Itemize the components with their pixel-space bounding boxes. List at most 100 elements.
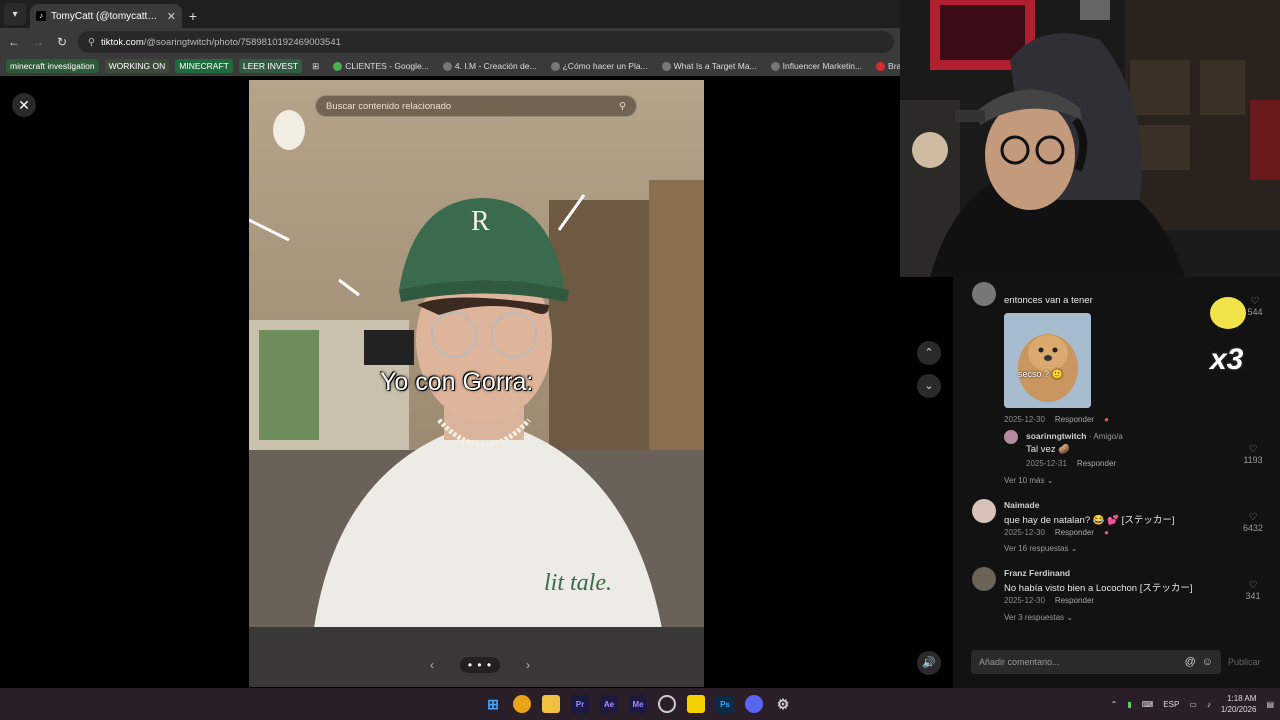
chevron-up-icon[interactable]: ⌃ (1111, 700, 1118, 709)
sticky-notes-icon[interactable] (687, 695, 705, 713)
reply-header: soarinngtwitch · Amigo/a (1026, 431, 1123, 441)
volume-icon[interactable]: ♪ (1207, 700, 1211, 709)
bookmark-label: CLIENTES - Google... (345, 61, 429, 71)
view-more-replies[interactable]: Ver 16 respuestas ⌄ (1004, 544, 1077, 553)
like-button[interactable]: ♡ 6432 (1236, 512, 1270, 533)
new-tab-button[interactable]: + (182, 4, 204, 28)
chrome-icon[interactable] (513, 695, 531, 713)
avatar[interactable] (972, 567, 996, 591)
photo-caption: Yo con Gorra: (380, 368, 534, 396)
reply-button[interactable]: Responder (1055, 596, 1094, 605)
bookmark-label: Influencer Marketin... (782, 61, 863, 71)
reply-button[interactable]: Responder (1055, 528, 1094, 537)
clock-time: 1:18 AM (1227, 694, 1257, 703)
chevron-down-icon[interactable]: ⌄ (917, 374, 941, 398)
webcam-overlay (900, 0, 1280, 277)
settings-gear-icon[interactable]: ⚙ (774, 695, 792, 713)
close-viewer-icon[interactable]: ✕ (12, 93, 36, 117)
comment-input[interactable]: Añadir comentario... @ ☺ (971, 650, 1221, 674)
microphone-icon[interactable]: ▮ (1127, 700, 1131, 709)
tab-title: TomyCatt (@tomycatts) | TikTok (51, 10, 162, 22)
svg-text:lit tale.: lit tale. (544, 570, 612, 596)
svg-text:R: R (471, 206, 490, 237)
language-indicator[interactable]: ESP (1163, 700, 1179, 709)
premiere-icon[interactable]: Pr (571, 695, 589, 713)
url-field[interactable]: ⚲ tiktok.com/@soaringtwitch/photo/758981… (78, 31, 894, 53)
clock[interactable]: 1:18 AM 1/20/2026 (1221, 693, 1257, 715)
multiplier-badge: x3 (1210, 343, 1244, 376)
bookmark-label: 4. I.M - Creación de... (454, 61, 537, 71)
reply-username[interactable]: soarinngtwitch (1026, 431, 1086, 441)
emoji-icon[interactable]: ☺ (1202, 656, 1213, 668)
comment-text: que hay de natalan? 😂 💕 [ステッカー] (1004, 515, 1175, 526)
obs-icon[interactable] (658, 695, 676, 713)
sticker-caption: secso ? 🙂 (1018, 369, 1063, 379)
after-effects-icon[interactable]: Ae (600, 695, 618, 713)
chevron-up-icon[interactable]: ⌃ (917, 341, 941, 365)
keyboard-icon[interactable]: ⌨ (1142, 700, 1154, 709)
browser-tab-strip: ▾ ♪ TomyCatt (@tomycatts) | TikTok ✕ + (0, 0, 900, 28)
site-info-icon[interactable]: ⚲ (88, 37, 95, 48)
related-search-input[interactable]: Buscar contenido relacionado ⚲ (315, 95, 637, 117)
chevron-right-icon[interactable]: › (526, 658, 530, 672)
view-more-label: Ver 10 más (1004, 476, 1045, 485)
network-icon[interactable]: ▭ (1189, 700, 1197, 709)
comment-placeholder: Añadir comentario... (979, 657, 1060, 667)
taskbar: ⊞ Pr Ae Me Ps ⚙ ⌃ ▮ ⌨ ESP ▭ ♪ 1:18 AM 1/… (0, 688, 1280, 720)
apps-grid-icon[interactable]: ⊞ (308, 59, 323, 74)
avatar[interactable] (972, 282, 996, 306)
reload-icon[interactable]: ↻ (54, 35, 70, 49)
bird-alert-icon (1210, 297, 1246, 329)
tab-search-button[interactable]: ▾ (4, 3, 26, 25)
file-explorer-icon[interactable] (542, 695, 560, 713)
heart-icon: ♡ (1248, 512, 1258, 523)
reply-button[interactable]: Responder (1077, 459, 1116, 468)
bookmark-link[interactable]: CLIENTES - Google... (329, 59, 433, 73)
bookmark-link[interactable]: Brand Pitch Gu (872, 59, 900, 73)
like-button[interactable]: ♡ 341 (1236, 580, 1270, 601)
chevron-left-icon[interactable]: ‹ (430, 658, 434, 672)
reply-button[interactable]: Responder (1055, 415, 1094, 424)
view-more-label: Ver 3 respuestas (1004, 613, 1065, 622)
like-button[interactable]: ♡ 1193 (1236, 444, 1270, 465)
bookmark-link[interactable]: Influencer Marketin... (767, 59, 866, 73)
system-tray: ⌃ ▮ ⌨ ESP ▭ ♪ 1:18 AM 1/20/2026 ▤ (1111, 688, 1274, 720)
comment-date: 2025-12-30 (1004, 415, 1045, 424)
avatar[interactable] (972, 499, 996, 523)
media-encoder-icon[interactable]: Me (629, 695, 647, 713)
back-arrow-icon[interactable]: ← (6, 35, 22, 49)
notification-icon[interactable]: ▤ (1266, 700, 1274, 709)
view-more-replies[interactable]: Ver 10 más ⌄ (1004, 476, 1053, 485)
avatar[interactable] (1004, 430, 1018, 444)
mention-icon[interactable]: @ (1185, 656, 1196, 668)
volume-icon[interactable]: 🔊 (917, 651, 941, 675)
comment-date: 2025-12-30 (1004, 596, 1045, 605)
browser-tab-active[interactable]: ♪ TomyCatt (@tomycatts) | TikTok ✕ (30, 4, 182, 28)
bookmark-folder[interactable]: LEER INVEST (238, 59, 303, 73)
bookmark-folder[interactable]: minecraft investigation (6, 59, 99, 73)
search-icon[interactable]: ⚲ (619, 101, 626, 112)
comment-sticker-image[interactable] (1004, 313, 1091, 408)
bookmark-link[interactable]: ¿Cómo hacer un Pla... (547, 59, 652, 73)
discord-icon[interactable] (745, 695, 763, 713)
close-tab-icon[interactable]: ✕ (167, 10, 176, 23)
forward-arrow-icon[interactable]: → (30, 35, 46, 49)
bookmark-folder[interactable]: WORKING ON (104, 59, 170, 73)
reply-text: Tal vez 🥔 (1026, 444, 1071, 455)
reply-date: 2025-12-31 (1026, 459, 1067, 468)
publish-button[interactable]: Publicar (1228, 657, 1261, 667)
comment-username[interactable]: Naimade (1004, 500, 1039, 510)
globe-icon (550, 61, 560, 71)
bookmark-folder[interactable]: MINECRAFT (175, 59, 233, 73)
windows-start-icon[interactable]: ⊞ (484, 695, 502, 713)
carousel-dots[interactable]: • • • (459, 657, 501, 673)
comment-username[interactable]: Franz Ferdinand (1004, 568, 1070, 578)
bookmark-link[interactable]: What Is a Target Ma... (658, 59, 761, 73)
globe-icon (442, 61, 452, 71)
photoshop-icon[interactable]: Ps (716, 695, 734, 713)
view-more-replies[interactable]: Ver 3 respuestas ⌄ (1004, 613, 1073, 622)
like-count: 341 (1245, 591, 1261, 601)
comment-date: 2025-12-30 (1004, 528, 1045, 537)
bookmark-link[interactable]: 4. I.M - Creación de... (439, 59, 541, 73)
comment-meta: 2025-12-30 Responder (1004, 596, 1094, 605)
